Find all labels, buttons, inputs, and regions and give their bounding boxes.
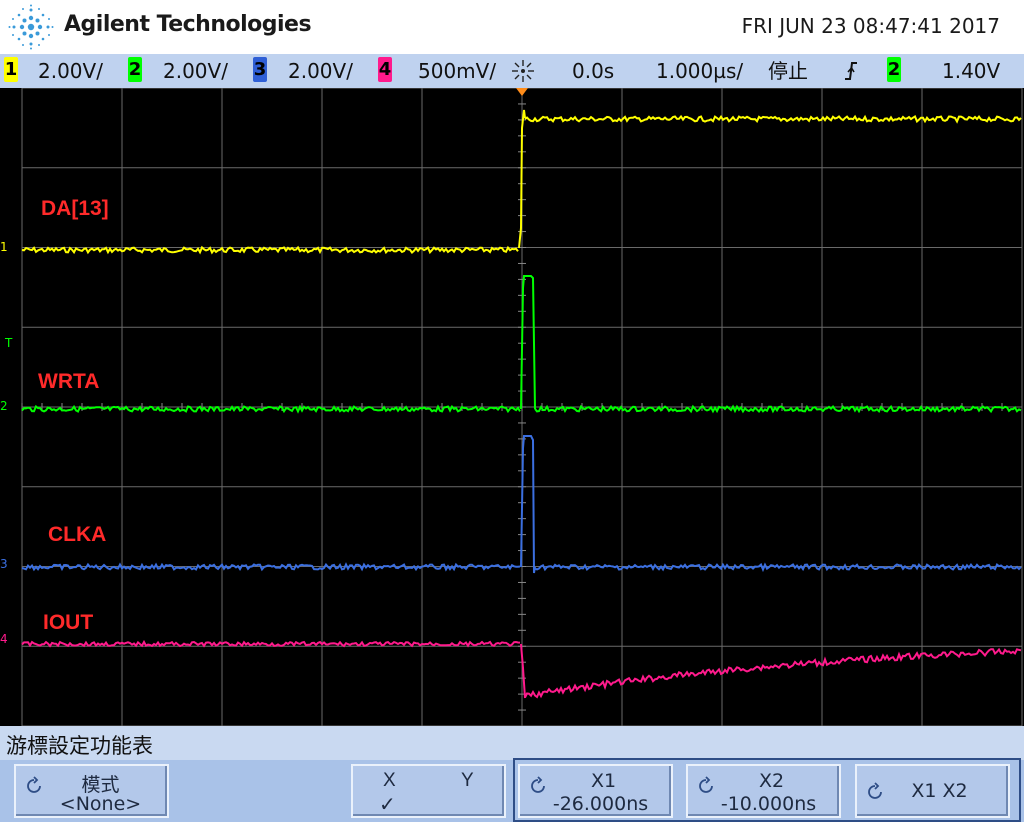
x2-softkey-value: -10.000ns <box>720 793 817 815</box>
trace-label-clka: CLKA <box>48 523 107 546</box>
mode-softkey-value: <None> <box>59 793 142 815</box>
channel-1-ground-marker[interactable]: 1 <box>0 240 8 254</box>
x1-softkey[interactable]: X1 -26.000ns <box>518 764 673 818</box>
channel-3-scale[interactable]: 2.00V/ <box>288 54 353 88</box>
xy-softkey-checkmark: ✓ <box>379 794 396 816</box>
date-time: FRI JUN 23 08:47:41 2017 <box>741 14 1000 38</box>
channel-3-trace <box>21 562 521 572</box>
x2-softkey[interactable]: X2 -10.000ns <box>686 764 841 818</box>
xy-softkey[interactable]: X Y ✓ <box>351 764 506 818</box>
trace-label-iout: IOUT <box>43 611 94 634</box>
channel-1-scale[interactable]: 2.00V/ <box>38 54 103 88</box>
mode-softkey[interactable]: 模式 <None> <box>14 764 169 818</box>
channel-3-ground-marker[interactable]: 3 <box>0 557 8 571</box>
title-bar: Agilent Technologies FRI JUN 23 08:47:41… <box>0 0 1024 54</box>
run-state[interactable]: 停止 <box>768 54 808 88</box>
rising-edge-icon[interactable] <box>843 60 859 82</box>
channel-1-trace <box>21 245 519 255</box>
xy-softkey-y-label: Y <box>461 770 474 791</box>
channel-1-trace-high <box>524 114 1022 124</box>
channel-1-edge <box>518 109 526 249</box>
horizontal-delay[interactable]: 0.0s <box>572 54 614 88</box>
agilent-spark-logo <box>8 4 54 50</box>
channel-4-recovery <box>524 647 1022 699</box>
x1-softkey-value: -26.000ns <box>552 793 649 815</box>
channel-4-trace <box>21 639 521 648</box>
x1-x2-softkey[interactable]: X1 X2 <box>855 764 1010 818</box>
channel-4-ground-marker[interactable]: 4 <box>0 632 8 646</box>
brand-name: Agilent Technologies <box>64 12 312 37</box>
channel-4-drop <box>520 643 526 699</box>
channel-3-trace-after <box>534 562 1022 573</box>
channel-1-badge[interactable]: 1 <box>4 57 18 82</box>
waveform-traces <box>21 109 1022 699</box>
trigger-level[interactable]: 1.40V <box>942 54 1000 88</box>
trigger-level-marker[interactable]: T <box>5 336 12 350</box>
channel-2-scale[interactable]: 2.00V/ <box>163 54 228 88</box>
xy-softkey-x-label: X <box>383 770 396 791</box>
horizontal-position-icon[interactable] <box>508 57 538 85</box>
trace-label-wrta: WRTA <box>38 370 100 393</box>
channel-3-badge[interactable]: 3 <box>253 57 267 82</box>
softkey-menu-title: 游標設定功能表 <box>6 734 153 758</box>
channel-2-pulse <box>520 275 536 410</box>
x2-softkey-label: X2 <box>758 770 785 792</box>
channel-2-trace <box>21 404 521 414</box>
channel-4-scale[interactable]: 500mV/ <box>418 54 496 88</box>
x1-x2-softkey-label: X1 X2 <box>911 780 968 802</box>
timebase-scale[interactable]: 1.000µs/ <box>656 54 743 88</box>
x1-softkey-label: X1 <box>590 770 617 792</box>
channel-2-ground-marker[interactable]: 2 <box>0 399 8 413</box>
channel-2-trace-after <box>534 404 1022 414</box>
channel-3-pulse <box>520 435 536 574</box>
trace-label-da13: DA[13] <box>41 197 109 220</box>
trigger-source-badge[interactable]: 2 <box>887 57 901 82</box>
channel-4-badge[interactable]: 4 <box>378 57 392 82</box>
channel-2-badge[interactable]: 2 <box>128 57 142 82</box>
softkey-menu-title-bar: 游標設定功能表 <box>0 726 1024 760</box>
waveform-display[interactable]: DA[13] WRTA CLKA IOUT 1 2 3 4 T <box>0 88 1024 726</box>
